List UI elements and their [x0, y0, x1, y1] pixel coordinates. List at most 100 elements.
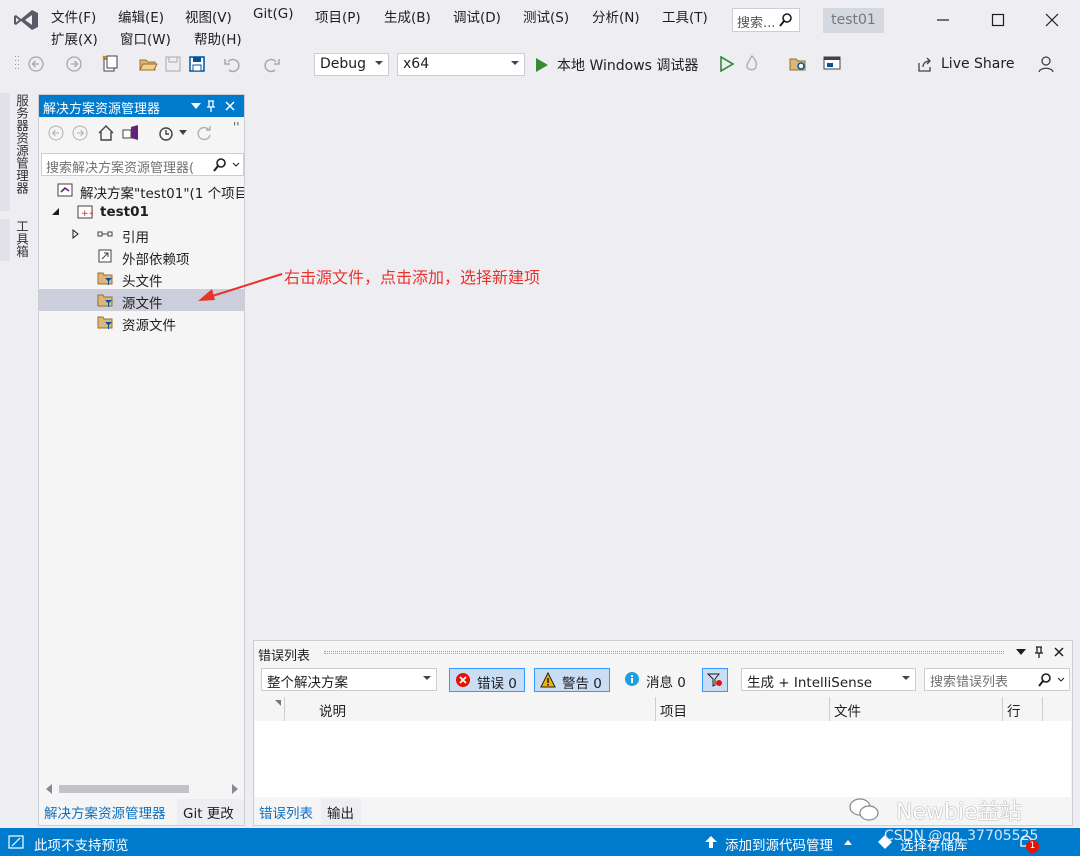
toolbox-tab[interactable]: 工具箱	[12, 220, 31, 258]
search-icon	[1038, 673, 1065, 687]
menu-help[interactable]: 帮助(H)	[194, 28, 242, 48]
pending-changes-filter-icon[interactable]	[157, 124, 175, 142]
dropdown-arrow-icon[interactable]	[191, 103, 201, 109]
warnings-filter-button[interactable]: 警告 0	[534, 668, 610, 692]
back-icon[interactable]	[47, 124, 65, 142]
scroll-left-icon[interactable]	[45, 784, 53, 794]
add-to-source-control-button[interactable]: 添加到源代码管理	[702, 828, 862, 856]
folder-filter-icon	[97, 316, 113, 329]
tab-output[interactable]: 输出	[321, 799, 361, 825]
switch-views-icon[interactable]	[121, 124, 141, 142]
home-icon[interactable]	[97, 124, 115, 142]
messages-filter-button[interactable]: 消息 0	[619, 668, 695, 692]
build-intellisense-filter-button[interactable]	[702, 668, 728, 692]
solution-explorer-search-input[interactable]: 搜索解决方案资源管理器(	[41, 153, 244, 176]
close-icon	[1045, 13, 1059, 27]
new-project-icon[interactable]	[100, 54, 120, 74]
error-scope-dropdown[interactable]: 整个解决方案	[261, 668, 437, 691]
redo-icon[interactable]	[262, 54, 282, 74]
tab-label: 输出	[327, 806, 354, 822]
error-list-title: 错误列表	[258, 649, 311, 664]
close-icon[interactable]	[1054, 647, 1064, 657]
pin-icon[interactable]	[206, 100, 216, 112]
column-header-severity[interactable]	[255, 697, 285, 721]
column-header-project[interactable]: 项目	[656, 697, 830, 721]
play-icon	[536, 58, 548, 72]
open-folder-icon[interactable]	[138, 54, 158, 74]
solution-explorer-panel: 解决方案资源管理器 '' 搜索解决方案资源管理器( 解决方案"test01"(1…	[38, 94, 245, 826]
server-explorer-tab[interactable]: 服务器资源管理器	[12, 94, 31, 194]
header-grip	[324, 651, 1004, 654]
dropdown-arrow-icon[interactable]	[1016, 649, 1026, 655]
column-header-file[interactable]: 文件	[830, 697, 1003, 721]
tab-error-list[interactable]: 错误列表	[254, 799, 320, 825]
menu-project[interactable]: 项目(P)	[315, 6, 361, 26]
column-header-line[interactable]: 行	[1003, 697, 1043, 721]
menu-git[interactable]: Git(G)	[253, 6, 294, 22]
build-filter-dropdown[interactable]: 生成 + IntelliSense	[741, 668, 916, 691]
column-header-description[interactable]: 说明	[315, 697, 656, 721]
csdn-credit: CSDN @qq_37705525	[884, 828, 1039, 844]
solution-explorer-header: 解决方案资源管理器	[39, 95, 244, 117]
tree-item-resource-files[interactable]: 资源文件	[39, 311, 244, 333]
rail-tab-indicator	[0, 219, 10, 261]
close-window-button[interactable]	[1037, 8, 1067, 34]
errors-count-label: 错误 0	[477, 676, 517, 692]
navigate-back-icon[interactable]	[26, 54, 46, 74]
undo-icon[interactable]	[222, 54, 242, 74]
start-debugging-button[interactable]: 本地 Windows 调试器	[533, 54, 713, 76]
errors-filter-button[interactable]: 错误 0	[449, 668, 525, 692]
navigate-forward-icon[interactable]	[64, 54, 84, 74]
close-icon[interactable]	[225, 101, 235, 111]
scrollbar-thumb[interactable]	[59, 785, 189, 793]
forward-icon[interactable]	[71, 124, 89, 142]
scroll-right-icon[interactable]	[231, 784, 239, 794]
menu-edit[interactable]: 编辑(E)	[118, 6, 164, 26]
error-list-search-input[interactable]: 搜索错误列表	[924, 668, 1070, 691]
window-layout-icon[interactable]	[822, 54, 842, 74]
refresh-icon[interactable]	[195, 124, 213, 142]
menu-debug[interactable]: 调试(D)	[453, 6, 501, 26]
tree-item-references[interactable]: 引用	[39, 223, 244, 245]
menu-file[interactable]: 文件(F)	[51, 6, 96, 26]
tab-solution-explorer[interactable]: 解决方案资源管理器	[39, 799, 176, 825]
expanded-arrow-icon[interactable]	[52, 208, 60, 216]
upload-arrow-icon	[705, 836, 717, 848]
menu-analyze[interactable]: 分析(N)	[592, 6, 640, 26]
menu-extensions[interactable]: 扩展(X)	[51, 28, 98, 48]
tab-git-changes[interactable]: Git 更改	[177, 799, 244, 825]
chevron-down-icon	[902, 676, 910, 680]
minimize-button[interactable]	[928, 8, 958, 34]
build-filter-value: 生成 + IntelliSense	[747, 675, 873, 691]
solution-platform-dropdown[interactable]: x64	[397, 53, 525, 76]
feedback-icon[interactable]	[1036, 54, 1056, 74]
solution-configuration-dropdown[interactable]: Debug	[314, 53, 389, 76]
save-all-icon[interactable]	[187, 54, 207, 74]
hot-reload-icon[interactable]	[742, 54, 762, 74]
pin-icon[interactable]	[1034, 646, 1044, 658]
collapsed-arrow-icon[interactable]	[72, 229, 80, 239]
tree-item-project[interactable]: ++ test01	[39, 201, 244, 223]
wechat-logo	[848, 796, 880, 824]
menu-test[interactable]: 测试(S)	[523, 6, 569, 26]
find-in-files-icon[interactable]	[788, 54, 808, 74]
tree-item-label: 头文件	[122, 274, 163, 289]
tree-item-external-deps[interactable]: 外部依赖项	[39, 245, 244, 267]
solution-platform-value: x64	[403, 56, 430, 72]
menu-view[interactable]: 视图(V)	[185, 6, 232, 26]
maximize-button[interactable]	[983, 8, 1013, 34]
menu-tools[interactable]: 工具(T)	[662, 6, 708, 26]
chevron-down-icon[interactable]	[179, 130, 187, 136]
menu-window[interactable]: 窗口(W)	[120, 28, 171, 48]
menu-build[interactable]: 生成(B)	[384, 6, 431, 26]
start-without-debugging-icon[interactable]	[716, 54, 736, 74]
horizontal-scrollbar[interactable]	[41, 783, 244, 795]
live-share-button[interactable]: Live Share	[915, 53, 1015, 77]
rail-tab-indicator	[0, 93, 10, 211]
more-tools-indicator[interactable]: ''	[233, 120, 240, 134]
tab-label: 解决方案资源管理器	[44, 806, 166, 822]
preview-icon	[8, 835, 24, 849]
global-search-input[interactable]: 搜索...	[732, 8, 800, 32]
save-icon[interactable]	[163, 54, 183, 74]
tree-item-solution[interactable]: 解决方案"test01"(1 个项目	[39, 179, 244, 201]
